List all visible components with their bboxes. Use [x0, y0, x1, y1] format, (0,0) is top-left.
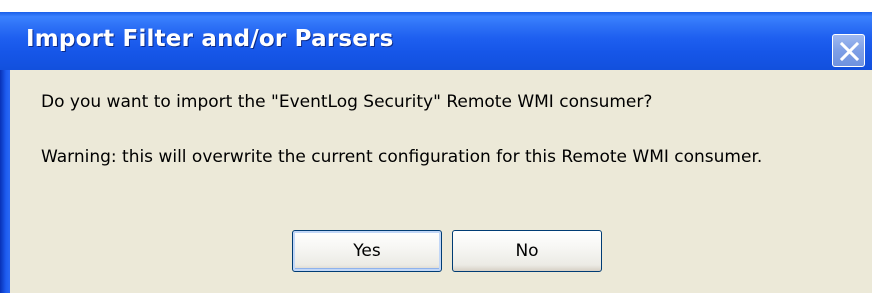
question-text: Do you want to import the "EventLog Secu…: [41, 92, 653, 112]
window-title: Import Filter and/or Parsers: [26, 26, 394, 52]
close-icon: [839, 41, 860, 62]
title-bar[interactable]: Import Filter and/or Parsers: [0, 12, 872, 70]
close-button[interactable]: [832, 34, 865, 67]
yes-button[interactable]: Yes: [292, 230, 442, 272]
dialog-body: Do you want to import the "EventLog Secu…: [10, 70, 872, 293]
import-dialog: Import Filter and/or Parsers Do you want…: [0, 0, 872, 293]
warning-text: Warning: this will overwrite the current…: [41, 147, 763, 167]
no-button[interactable]: No: [452, 230, 602, 272]
